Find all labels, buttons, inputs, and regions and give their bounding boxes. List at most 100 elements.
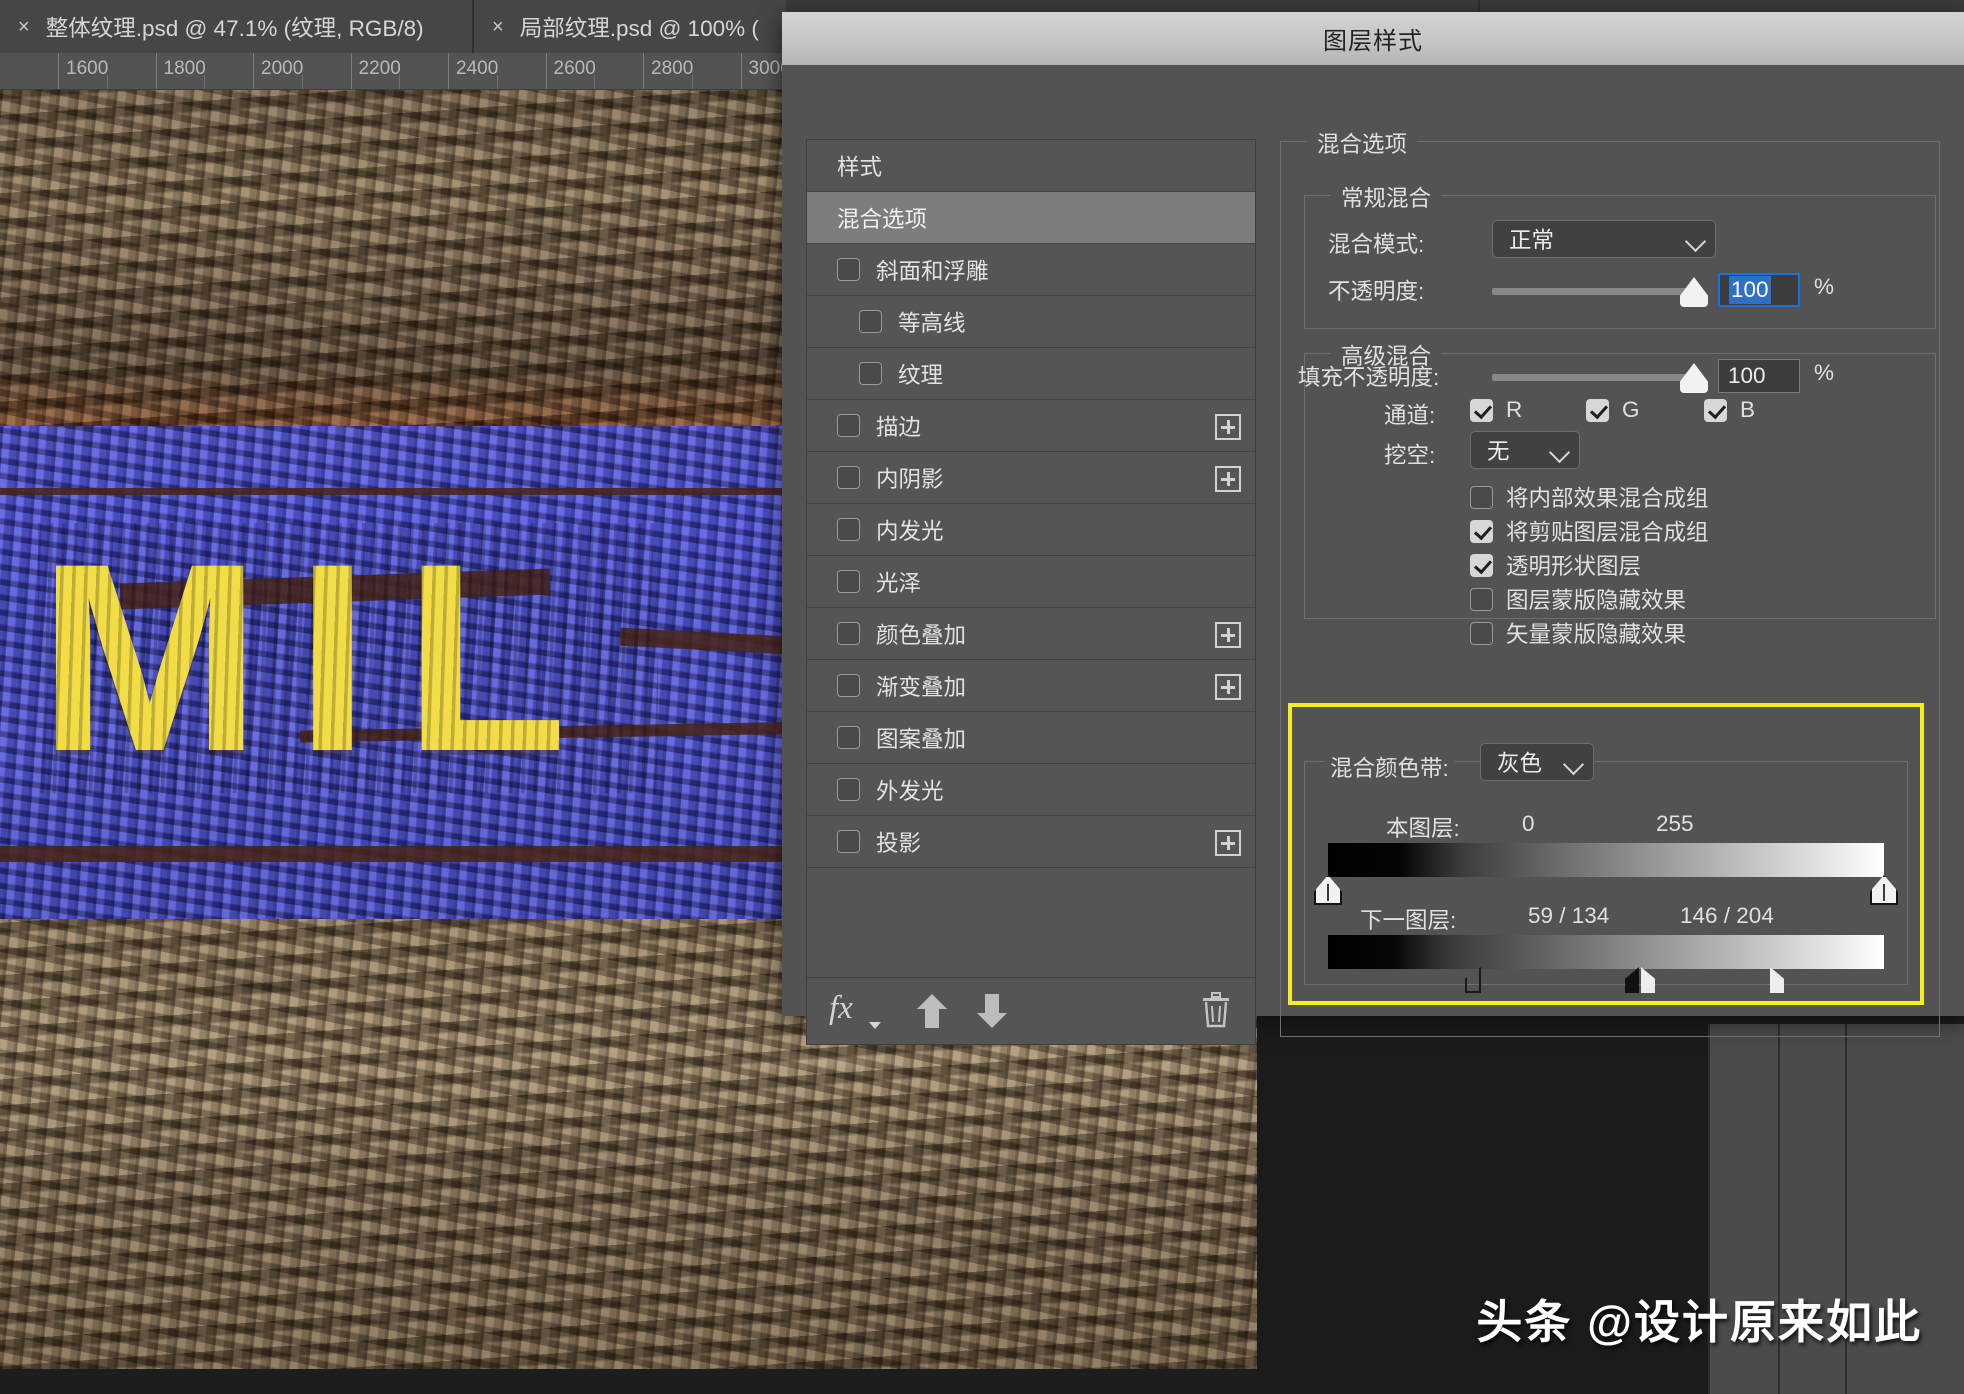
fx-dropdown-caret-icon[interactable] <box>869 1022 881 1029</box>
styles-header-label: 样式 <box>837 154 883 180</box>
style-list-item[interactable]: 光泽 <box>807 556 1255 608</box>
style-list-item[interactable]: 描边 <box>807 400 1255 452</box>
styles-list[interactable]: 混合选项斜面和浮雕等高线纹理描边内阴影内发光光泽颜色叠加 渐变叠加图案叠加外发光投… <box>807 192 1255 977</box>
styles-footer-toolbar: fx <box>807 977 1255 1044</box>
style-list-item[interactable]: 斜面和浮雕 <box>807 244 1255 296</box>
style-list-item-label: 外发光 <box>876 778 944 804</box>
channel-r-label: R <box>1506 397 1523 422</box>
ruler-label: 2800 <box>651 58 694 79</box>
canvas-text-mil: MIL <box>38 507 602 807</box>
document-tab-1[interactable]: × 整体纹理.psd @ 47.1% (纹理, RGB/8) <box>0 0 472 53</box>
ruler-tick-minor <box>204 75 206 89</box>
checkbox-icon[interactable] <box>837 674 860 697</box>
advanced-option-checkbox[interactable]: 透明形状图层 <box>1470 549 1641 581</box>
advanced-option-checkbox[interactable]: 矢量蒙版隐藏效果 <box>1470 617 1686 649</box>
add-effect-button[interactable] <box>1215 674 1241 700</box>
opacity-label: 不透明度: <box>1328 279 1425 304</box>
this-layer-white-slider[interactable] <box>1870 875 1898 905</box>
checkbox-icon[interactable] <box>837 466 860 489</box>
style-list-item-label: 内发光 <box>876 518 944 544</box>
checkbox-icon[interactable] <box>837 830 860 853</box>
fill-opacity-value: 100 <box>1728 363 1766 388</box>
style-list-item-label: 等高线 <box>898 310 966 336</box>
style-list-item-label: 内阴影 <box>876 466 944 492</box>
add-effect-button[interactable] <box>1215 830 1241 856</box>
blend-mode-value: 正常 <box>1509 228 1555 253</box>
style-list-item[interactable]: 纹理 <box>807 348 1255 400</box>
ruler-tick-minor <box>106 75 108 89</box>
checkbox-icon[interactable] <box>837 414 860 437</box>
advanced-option-label: 透明形状图层 <box>1506 554 1642 579</box>
checkbox-icon <box>1704 398 1727 422</box>
style-list-item-label: 描边 <box>876 414 922 440</box>
style-list-item[interactable]: 内发光 <box>807 504 1255 556</box>
style-list-item-label: 光泽 <box>876 570 922 596</box>
checkbox-icon <box>1586 398 1609 422</box>
fill-opacity-slider-track[interactable] <box>1492 374 1692 381</box>
checkbox-icon <box>1470 553 1493 577</box>
add-effect-button[interactable] <box>1215 414 1241 440</box>
blend-mode-label: 混合模式: <box>1328 232 1425 257</box>
add-effect-button[interactable] <box>1215 622 1241 648</box>
style-list-item[interactable]: 混合选项 <box>807 192 1255 244</box>
style-list-item[interactable]: 颜色叠加 <box>807 608 1255 660</box>
this-layer-black-value: 0 <box>1522 811 1535 836</box>
opacity-input[interactable]: 100 <box>1718 273 1800 307</box>
checkbox-icon[interactable] <box>837 518 860 541</box>
checkbox-icon <box>1470 621 1493 645</box>
layer-style-dialog: 图层样式 样式 混合选项斜面和浮雕等高线纹理描边内阴影内发光光泽颜色叠加 渐变叠加… <box>782 12 1964 1045</box>
knockout-value: 无 <box>1487 439 1510 464</box>
channel-r-checkbox[interactable]: R <box>1470 397 1522 423</box>
checkbox-icon[interactable] <box>837 778 860 801</box>
general-blending-group: 常规混合 <box>1304 181 1936 329</box>
style-list-item-label: 斜面和浮雕 <box>876 258 989 284</box>
arrow-down-icon[interactable] <box>975 992 1009 1030</box>
checkbox-icon[interactable] <box>837 258 860 281</box>
channel-g-label: G <box>1622 397 1640 422</box>
this-layer-gradient-bar[interactable] <box>1328 843 1884 877</box>
style-list-item[interactable]: 投影 <box>807 816 1255 868</box>
dialog-title: 图层样式 <box>1323 28 1423 55</box>
checkbox-icon[interactable] <box>859 310 882 333</box>
blend-if-channel-select[interactable]: 灰色 <box>1480 743 1594 781</box>
this-layer-label: 本图层: <box>1386 816 1460 841</box>
style-list-item-label: 图案叠加 <box>876 726 967 752</box>
document-tab-2[interactable]: × 局部纹理.psd @ 100% ( <box>474 0 786 53</box>
blend-mode-select[interactable]: 正常 <box>1492 220 1716 258</box>
opacity-value: 100 <box>1729 276 1771 304</box>
arrow-up-icon[interactable] <box>915 992 949 1030</box>
style-list-item[interactable]: 等高线 <box>807 296 1255 348</box>
channel-g-checkbox[interactable]: G <box>1586 397 1640 423</box>
style-list-item[interactable]: 内阴影 <box>807 452 1255 504</box>
chevron-down-icon <box>1684 230 1707 253</box>
styles-list-header[interactable]: 样式 <box>807 140 1255 192</box>
style-list-item[interactable]: 图案叠加 <box>807 712 1255 764</box>
add-effect-button[interactable] <box>1215 466 1241 492</box>
chevron-down-icon <box>1548 441 1571 464</box>
checkbox-icon[interactable] <box>859 362 882 385</box>
blend-if-channel-value: 灰色 <box>1497 751 1543 776</box>
this-layer-black-slider[interactable] <box>1314 875 1342 905</box>
channel-b-checkbox[interactable]: B <box>1704 397 1755 423</box>
advanced-option-checkbox[interactable]: 将剪贴图层混合成组 <box>1470 515 1709 547</box>
checkbox-icon[interactable] <box>837 726 860 749</box>
advanced-option-checkbox[interactable]: 将内部效果混合成组 <box>1470 481 1709 513</box>
style-list-item[interactable]: 外发光 <box>807 764 1255 816</box>
checkbox-icon[interactable] <box>837 570 860 593</box>
fill-opacity-input[interactable]: 100 <box>1718 359 1800 393</box>
dialog-title-bar[interactable]: 图层样式 <box>782 12 1964 65</box>
ruler-tick <box>155 53 157 89</box>
underlying-black-pair: 59 / 134 <box>1528 903 1610 928</box>
opacity-slider-track[interactable] <box>1492 288 1692 295</box>
trash-icon[interactable] <box>1201 992 1231 1028</box>
channel-b-label: B <box>1740 397 1756 422</box>
close-icon[interactable]: × <box>492 17 504 37</box>
underlying-layer-gradient-bar[interactable] <box>1328 935 1884 969</box>
advanced-option-checkbox[interactable]: 图层蒙版隐藏效果 <box>1470 583 1686 615</box>
knockout-select[interactable]: 无 <box>1470 431 1580 469</box>
style-list-item[interactable]: 渐变叠加 <box>807 660 1255 712</box>
checkbox-icon <box>1470 519 1493 543</box>
fx-icon[interactable]: fx <box>829 990 853 1027</box>
checkbox-icon[interactable] <box>837 622 860 645</box>
close-icon[interactable]: × <box>18 17 30 37</box>
